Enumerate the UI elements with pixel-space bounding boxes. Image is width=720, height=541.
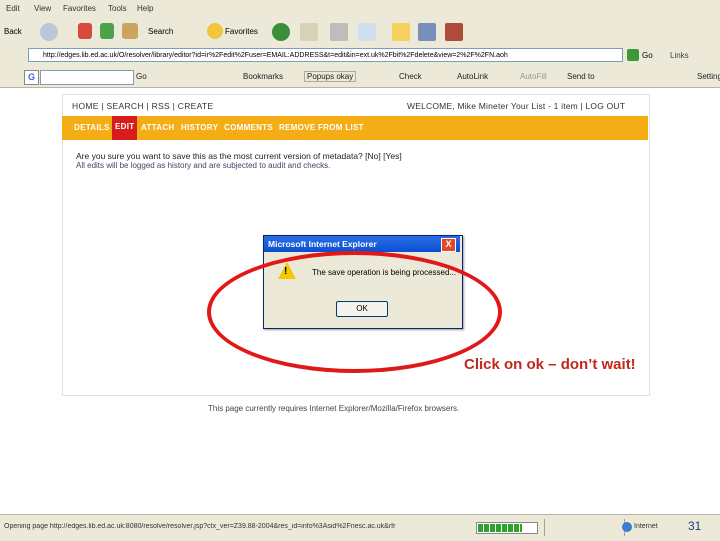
menu-bar: Edit View Favorites Tools Help (0, 0, 720, 19)
tab-remove-from-list[interactable]: REMOVE FROM LIST (279, 123, 364, 132)
forward-icon[interactable] (40, 23, 58, 41)
home-icon[interactable] (122, 23, 138, 39)
tab-comments[interactable]: COMMENTS (224, 123, 273, 132)
go-icon[interactable] (627, 49, 639, 61)
close-icon[interactable]: X (441, 238, 456, 252)
toolbar: Back Search Favorites (0, 19, 720, 46)
site-top-nav[interactable]: HOME | SEARCH | RSS | CREATE (72, 101, 213, 111)
tab-edit[interactable]: EDIT (112, 116, 138, 140)
confirm-text: Are you sure you want to save this as th… (76, 151, 402, 161)
dialog-title-text: Microsoft Internet Explorer (268, 239, 377, 249)
zone-label: Internet (634, 523, 658, 530)
go-button[interactable]: Go (642, 51, 653, 60)
status-divider (544, 519, 545, 536)
progress-bar (476, 522, 538, 534)
menu-tools[interactable]: Tools (108, 4, 127, 13)
status-text: Opening page http://edges.lib.ed.ac.uk:8… (4, 523, 396, 530)
tab-attach[interactable]: ATTACH (141, 123, 175, 132)
folder-icon[interactable] (392, 23, 410, 41)
confirm-note: All edits will be logged as history and … (76, 161, 331, 170)
favorites-icon[interactable] (207, 23, 223, 39)
address-bar: http://edges.lib.ed.ac.uk/O/resolver/lib… (0, 45, 720, 68)
google-search-input[interactable] (40, 70, 134, 85)
sendto-button[interactable]: Send to (567, 72, 595, 81)
menu-view[interactable]: View (34, 4, 51, 13)
refresh-icon[interactable] (100, 23, 114, 39)
bookmarks-button[interactable]: Bookmarks (243, 72, 283, 81)
progress-fill (478, 524, 522, 532)
tab-bar: DETAILS EDIT ATTACH HISTORY COMMENTS REM… (62, 116, 648, 140)
address-input[interactable]: http://edges.lib.ed.ac.uk/O/resolver/lib… (28, 48, 623, 62)
tab-details[interactable]: DETAILS (74, 123, 110, 132)
history-icon[interactable] (272, 23, 290, 41)
internet-zone-icon (622, 522, 632, 532)
research-icon[interactable] (445, 23, 463, 41)
browser-footnote: This page currently requires Internet Ex… (208, 404, 460, 413)
status-bar: Opening page http://edges.lib.ed.ac.uk:8… (0, 514, 720, 541)
back-button[interactable]: Back (4, 27, 22, 36)
menu-edit[interactable]: Edit (6, 4, 20, 13)
links-button[interactable]: Links (670, 51, 689, 60)
settings-button[interactable]: Settings (697, 72, 720, 81)
annotation-callout: Click on ok – don’t wait! (464, 356, 636, 373)
slide-number: 31 (688, 519, 702, 533)
popups-button[interactable]: Popups okay (304, 71, 357, 82)
highlight-oval (207, 251, 502, 373)
mail-icon[interactable] (300, 23, 318, 41)
google-toolbar: G Go Bookmarks Popups okay Check AutoLin… (0, 67, 720, 88)
print-icon[interactable] (330, 23, 348, 41)
messenger-icon[interactable] (418, 23, 436, 41)
tab-history[interactable]: HISTORY (181, 123, 218, 132)
search-button[interactable]: Search (148, 27, 173, 36)
welcome-bar[interactable]: WELCOME, Mike Mineter Your List - 1 item… (407, 101, 625, 111)
google-icon[interactable]: G (24, 70, 39, 85)
dialog-title: Microsoft Internet Explorer (264, 236, 460, 252)
menu-favorites[interactable]: Favorites (63, 4, 96, 13)
check-button[interactable]: Check (399, 72, 422, 81)
menu-help[interactable]: Help (137, 4, 153, 13)
edit-icon[interactable] (358, 23, 376, 41)
stop-icon[interactable] (78, 23, 92, 39)
autolink-button[interactable]: AutoLink (457, 72, 488, 81)
favorites-button[interactable]: Favorites (225, 27, 258, 36)
autofill-button[interactable]: AutoFill (520, 72, 547, 81)
google-go-button[interactable]: Go (136, 72, 147, 81)
